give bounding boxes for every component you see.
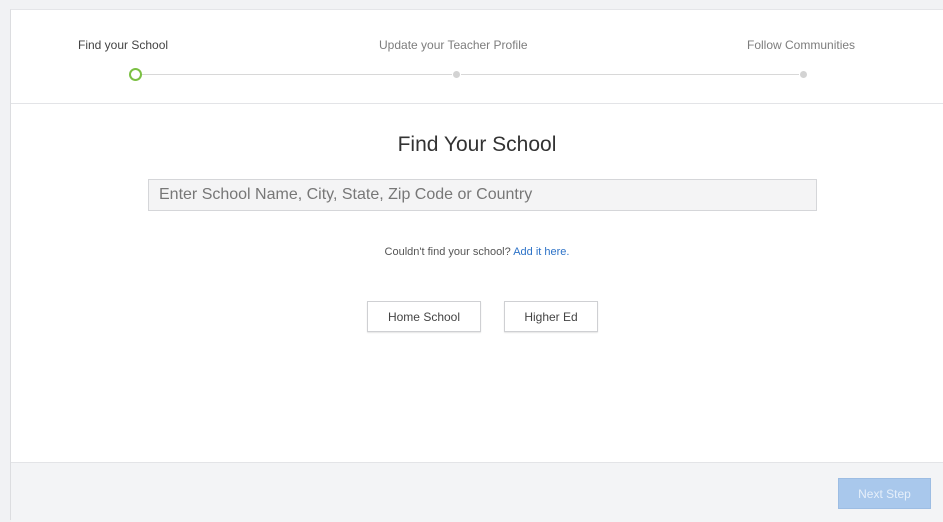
onboarding-panel: Find your School Update your Teacher Pro…: [10, 9, 943, 522]
step-follow-communities-label: Follow Communities: [747, 38, 856, 52]
step-teacher-profile-label: Update your Teacher Profile: [379, 38, 528, 52]
page-title: Find Your School: [397, 133, 557, 156]
stepper-track-2: [461, 74, 799, 75]
step-teacher-profile-indicator: [453, 71, 460, 78]
footer-bar: Next Step: [11, 462, 943, 522]
add-school-helper: Couldn't find your school? Add it here.: [11, 246, 943, 258]
home-school-button[interactable]: Home School: [367, 301, 481, 332]
progress-stepper: Find your School Update your Teacher Pro…: [11, 10, 943, 104]
higher-ed-button[interactable]: Higher Ed: [504, 301, 598, 332]
school-search-input[interactable]: [148, 179, 817, 211]
step-find-school-label: Find your School: [78, 38, 169, 52]
next-step-button[interactable]: Next Step: [838, 478, 931, 509]
add-school-link[interactable]: Add it here.: [513, 246, 569, 258]
step-find-school-indicator: [129, 68, 142, 81]
step-follow-communities-indicator: [800, 71, 807, 78]
stepper-track-1: [142, 74, 452, 75]
helper-text: Couldn't find your school?: [384, 246, 514, 258]
